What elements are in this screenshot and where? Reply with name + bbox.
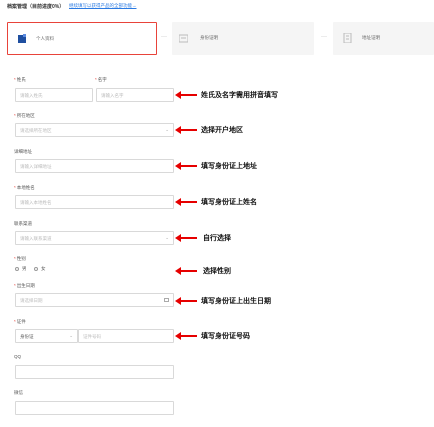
gender-female-label: 女 <box>41 266 46 271</box>
annotation-arrow <box>175 267 197 275</box>
document-icon <box>343 33 352 43</box>
annotation-arrow <box>175 332 197 340</box>
annotation-arrow <box>175 162 197 170</box>
wechat-input[interactable] <box>15 401 174 415</box>
address-label: 详细地址 <box>14 149 32 154</box>
page-title: 档案管理（目前进度0%） <box>7 4 65 10</box>
step-label: 个人资料 <box>36 36 54 41</box>
contact-channel-label: 联系渠道 <box>14 221 32 226</box>
step-separator: ··· <box>161 34 167 40</box>
gender-female-radio[interactable] <box>34 267 38 271</box>
address-input[interactable]: 请输入详细地址 <box>15 159 174 173</box>
step-label: 身份证明 <box>200 35 218 40</box>
region-select[interactable]: 请选择所在地区 ⌄ <box>15 123 174 137</box>
local-name-input[interactable]: 请输入本地姓名 <box>15 195 174 209</box>
step-id-proof[interactable]: 身份证明 <box>172 22 314 55</box>
id-type-select[interactable]: 身份证 ⌄ <box>15 329 78 343</box>
id-card-icon <box>179 34 188 43</box>
annotation-arrow <box>175 234 197 242</box>
annotation-note: 填写身份证号码 <box>201 333 250 340</box>
given-name-label: *名字 <box>95 77 107 82</box>
annotation-arrow <box>175 198 197 206</box>
annotation-note: 填写身份证上地址 <box>201 163 257 170</box>
surname-input[interactable]: 请输入姓氏 <box>15 88 93 102</box>
qq-input[interactable] <box>15 365 174 379</box>
id-doc-label: *证件 <box>14 319 26 324</box>
id-number-input[interactable]: 证件号码 <box>78 329 174 343</box>
gender-male-label: 男 <box>22 266 27 271</box>
local-name-label: *本地姓名 <box>14 185 35 190</box>
birth-date-picker[interactable]: 请选择日期 <box>15 293 174 307</box>
step-label: 地址证明 <box>362 35 380 40</box>
region-label: *所在地区 <box>14 113 35 118</box>
birth-date-label: *出生日期 <box>14 283 35 288</box>
annotation-note: 填写身份证上姓名 <box>201 199 257 206</box>
gender-male-radio[interactable] <box>15 267 19 271</box>
chevron-down-icon: ⌄ <box>165 127 169 132</box>
annotation-note: 姓氏及名字需用拼音填写 <box>201 92 278 99</box>
annotation-arrow <box>175 297 197 305</box>
annotation-note: 选择性别 <box>203 268 231 275</box>
annotation-arrow <box>175 91 197 99</box>
annotation-note: 填写身份证上出生日期 <box>201 298 271 305</box>
calendar-icon <box>164 297 169 302</box>
surname-label: *姓氏 <box>14 77 26 82</box>
chevron-down-icon: ⌄ <box>69 333 73 338</box>
qq-label: QQ <box>14 354 22 359</box>
step-personal-info[interactable]: 个人资料 <box>7 22 157 55</box>
wechat-label: 微信 <box>14 390 23 395</box>
complete-profile-link[interactable]: 继续填写以获得产品的全部功能→ <box>69 3 137 9</box>
contact-channel-select[interactable]: 请输入联系渠道 ⌄ <box>15 231 174 245</box>
chevron-down-icon: ⌄ <box>165 235 169 240</box>
folder-icon <box>18 34 26 43</box>
annotation-arrow <box>175 126 197 134</box>
step-address-proof[interactable]: 地址证明 <box>333 22 434 55</box>
gender-label: *性别 <box>14 256 26 261</box>
step-separator: ··· <box>321 34 327 40</box>
annotation-note: 选择开户地区 <box>201 127 243 134</box>
annotation-note: 自行选择 <box>203 235 231 242</box>
given-name-input[interactable]: 请输入名字 <box>96 88 174 102</box>
